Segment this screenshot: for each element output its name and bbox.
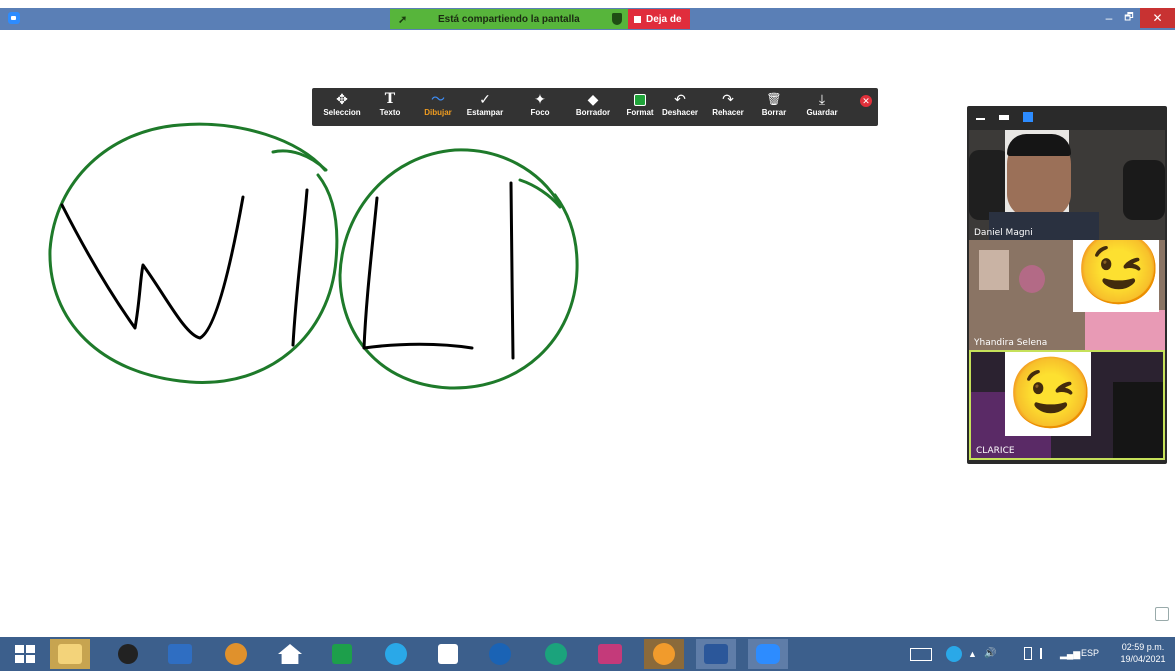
wink-emoji-icon: 😉	[1075, 240, 1163, 308]
stop-share-button[interactable]: Deja de	[628, 9, 690, 29]
participant-name: CLARICE	[976, 446, 1015, 456]
show-hidden-icons-icon[interactable]: ▲	[968, 649, 977, 659]
windows-logo-icon	[15, 645, 35, 663]
cloud-icon	[168, 644, 192, 664]
taskbar-app-home[interactable]	[270, 639, 310, 669]
settings-icon	[653, 643, 675, 665]
camera-icon	[118, 644, 138, 664]
letter-i-right	[509, 181, 515, 360]
participant-name: Yhandira Selena	[974, 338, 1048, 348]
keyboard-icon[interactable]	[910, 648, 932, 661]
participant-video-2[interactable]: 😉 Yhandira Selena	[969, 240, 1165, 350]
participant-hair	[1007, 134, 1071, 156]
clock-date: 19/04/2021	[1120, 654, 1166, 664]
taskbar-app-zoom[interactable]	[748, 639, 788, 669]
taskbar-app-ie[interactable]	[376, 639, 416, 669]
system-clock[interactable]: 02:59 p.m. 19/04/2021	[1113, 641, 1173, 665]
taskbar-app-chrome[interactable]	[216, 639, 256, 669]
taskbar-app-hp[interactable]	[480, 639, 520, 669]
stop-share-label: Deja de	[646, 13, 682, 25]
taskbar-app-onedrive[interactable]	[160, 639, 200, 669]
participant-video-1[interactable]: Daniel Magni	[969, 130, 1165, 240]
signal-icon[interactable]: ▂▄▆	[1060, 649, 1080, 660]
participant-name: Daniel Magni	[974, 228, 1033, 238]
video-panel-controls	[967, 106, 1167, 130]
photos-icon	[598, 644, 622, 664]
home-icon	[278, 644, 302, 664]
folder-icon	[58, 644, 82, 664]
circle-stroke-right	[338, 148, 579, 390]
amazon-icon	[438, 644, 458, 664]
dark-furniture	[1113, 382, 1163, 458]
stop-icon	[634, 15, 641, 23]
annotation-drawing	[48, 122, 579, 390]
taskbar-app-edge[interactable]	[536, 639, 576, 669]
wink-emoji-icon: 😉	[1007, 354, 1095, 432]
zoom-logo-icon	[8, 12, 20, 24]
battery-icon[interactable]	[1024, 647, 1032, 660]
hp-icon	[489, 643, 511, 665]
close-window-button[interactable]: ✕	[1140, 8, 1175, 28]
minimize-button[interactable]: –	[1100, 8, 1118, 28]
start-button[interactable]	[5, 639, 45, 669]
speaker-left	[969, 150, 1009, 220]
speaker-right	[1123, 160, 1165, 220]
pin-icon[interactable]: ➚	[398, 13, 410, 26]
pink-object	[1085, 310, 1165, 350]
screen: ➚ Está compartiendo la pantalla Deja de …	[0, 0, 1175, 671]
taskbar-app-amazon[interactable]	[428, 639, 468, 669]
thumbnail-view-icon[interactable]	[999, 115, 1009, 120]
restore-button[interactable]: 🗗	[1120, 8, 1138, 28]
video-panel: Daniel Magni 😉 Yhandira Selena 😉 CLARICE	[967, 106, 1167, 464]
zoom-icon	[756, 644, 780, 664]
taskbar-app-word[interactable]	[696, 639, 736, 669]
letter-w	[60, 195, 245, 340]
edge-icon	[545, 643, 567, 665]
share-status-text: Está compartiendo la pantalla	[438, 13, 580, 25]
help-icon[interactable]	[946, 646, 962, 662]
taskbar-app-camera[interactable]	[108, 639, 148, 669]
participant-video-3[interactable]: 😉 CLARICE	[969, 350, 1165, 460]
letter-l	[362, 196, 474, 350]
store-icon	[332, 644, 352, 664]
minimize-video-icon[interactable]	[976, 118, 985, 120]
taskbar-app-settings[interactable]	[644, 639, 684, 669]
expand-icon[interactable]	[1155, 607, 1169, 621]
shield-icon	[612, 13, 622, 25]
share-status-banner[interactable]: ➚ Está compartiendo la pantalla	[390, 9, 628, 29]
taskbar-app-store[interactable]	[322, 639, 362, 669]
wall-decoration	[979, 250, 1009, 290]
wink-emoji-overlay: 😉	[1073, 240, 1163, 312]
wink-emoji-overlay: 😉	[1005, 352, 1095, 436]
letter-i-left	[291, 188, 309, 347]
internet-explorer-icon	[385, 643, 407, 665]
gallery-view-icon[interactable]	[1023, 112, 1033, 122]
clock-time: 02:59 p.m.	[1121, 642, 1165, 652]
wall-decoration	[1019, 265, 1045, 293]
input-language[interactable]: ESP	[1081, 648, 1099, 658]
circle-tail-left	[271, 149, 328, 172]
taskbar-app-photos[interactable]	[590, 639, 630, 669]
network-icon[interactable]	[1040, 648, 1056, 659]
file-explorer-button[interactable]	[50, 639, 90, 669]
windows-taskbar: ▲ 🔊 ▂▄▆ ESP 02:59 p.m. 19/04/2021	[0, 637, 1175, 671]
chrome-icon	[225, 643, 247, 665]
word-icon	[704, 644, 728, 664]
volume-icon[interactable]: 🔊	[984, 648, 996, 659]
zoom-top-bar: ➚ Está compartiendo la pantalla Deja de …	[0, 8, 1175, 30]
